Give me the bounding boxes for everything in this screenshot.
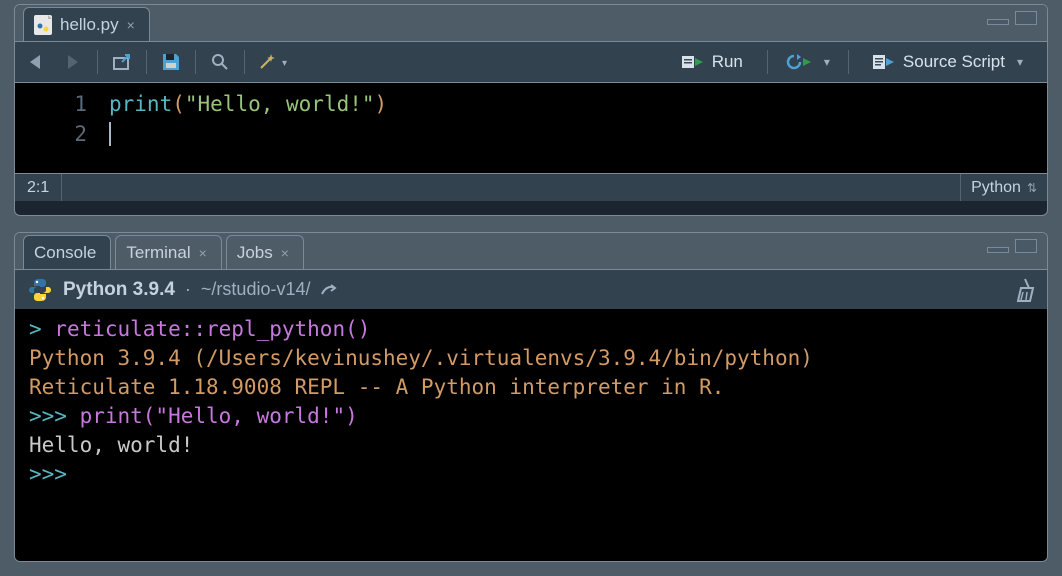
tab-terminal[interactable]: Terminal × [115,235,221,269]
run-label: Run [712,52,743,72]
python-file-icon [34,15,52,35]
window-controls [987,239,1037,253]
editor-tabbar: hello.py × [15,5,1047,41]
language-selector[interactable]: Python ⇅ [960,174,1047,201]
source-icon [873,54,895,70]
separator [244,50,245,74]
code-text[interactable]: print("Hello, world!") [105,83,1047,173]
save-icon[interactable] [157,48,185,76]
python-prompt: >>> [29,404,80,428]
console-panel: Console Terminal × Jobs × Python 3.9.4 ·… [14,232,1048,562]
source-label: Source Script [903,52,1005,72]
line-number: 1 [15,89,87,119]
console-sep: · [185,279,191,300]
tab-label: Jobs [237,243,273,263]
console-line: Python 3.9.4 (/Users/kevinushey/.virtual… [29,346,813,370]
python-logo-icon [27,277,53,303]
open-in-new-window-icon[interactable] [108,48,136,76]
tab-close-icon[interactable]: × [281,245,289,261]
separator [195,50,196,74]
console-header: Python 3.9.4 · ~/rstudio-v14/ [15,269,1047,309]
clear-console-icon[interactable] [1011,276,1039,304]
chevron-down-icon: ▾ [1017,55,1023,69]
source-script-button[interactable]: Source Script ▾ [859,46,1037,78]
maximize-button[interactable] [1015,239,1037,253]
separator [848,50,849,74]
find-icon[interactable] [206,48,234,76]
svg-text:▾: ▾ [282,58,287,69]
tab-close-icon[interactable]: × [127,17,135,33]
editor-toolbar: ▾ Run ▾ Source Script ▾ [15,41,1047,83]
code-line: print("Hello, world!") [109,89,1047,119]
line-gutter: 1 2 [15,83,105,173]
status-bar: 2:1 Python ⇅ [15,173,1047,201]
console-output[interactable]: > reticulate::repl_python() Python 3.9.4… [15,309,1047,561]
console-line: print("Hello, world!") [80,404,358,428]
line-number: 2 [15,119,87,149]
editor-panel: hello.py × ▾ [14,4,1048,216]
wand-icon[interactable]: ▾ [255,48,295,76]
tab-close-icon[interactable]: × [199,245,207,261]
sort-icon: ⇅ [1027,181,1037,195]
back-icon[interactable] [25,48,53,76]
tab-jobs[interactable]: Jobs × [226,235,304,269]
python-prompt: >>> [29,462,80,486]
forward-icon[interactable] [59,48,87,76]
code-line [109,119,1047,149]
console-path: ~/rstudio-v14/ [201,279,311,300]
tab-hello-py[interactable]: hello.py × [23,7,150,41]
tab-label: Console [34,243,96,263]
console-line: Hello, world! [29,433,193,457]
window-controls [987,11,1037,25]
run-icon [682,54,704,70]
rerun-button[interactable]: ▾ [778,46,838,78]
minimize-button[interactable] [987,19,1009,25]
maximize-button[interactable] [1015,11,1037,25]
tab-label: Terminal [126,243,190,263]
text-cursor [109,122,111,146]
run-button[interactable]: Run [668,46,757,78]
r-prompt: > [29,317,54,341]
console-line: Reticulate 1.18.9008 REPL -- A Python in… [29,375,724,399]
tab-filename: hello.py [60,15,119,35]
separator [767,50,768,74]
console-line: reticulate::repl_python() [54,317,370,341]
minimize-button[interactable] [987,247,1009,253]
chevron-down-icon: ▾ [824,55,830,69]
console-tabbar: Console Terminal × Jobs × [15,233,1047,269]
separator [146,50,147,74]
language-label: Python [971,179,1021,197]
separator [97,50,98,74]
tab-console[interactable]: Console [23,235,111,269]
rerun-icon [786,53,812,71]
cursor-position: 2:1 [15,174,62,201]
popout-arrow-icon[interactable] [320,282,338,298]
console-version: Python 3.9.4 [63,279,175,301]
code-editor[interactable]: 1 2 print("Hello, world!") [15,83,1047,173]
